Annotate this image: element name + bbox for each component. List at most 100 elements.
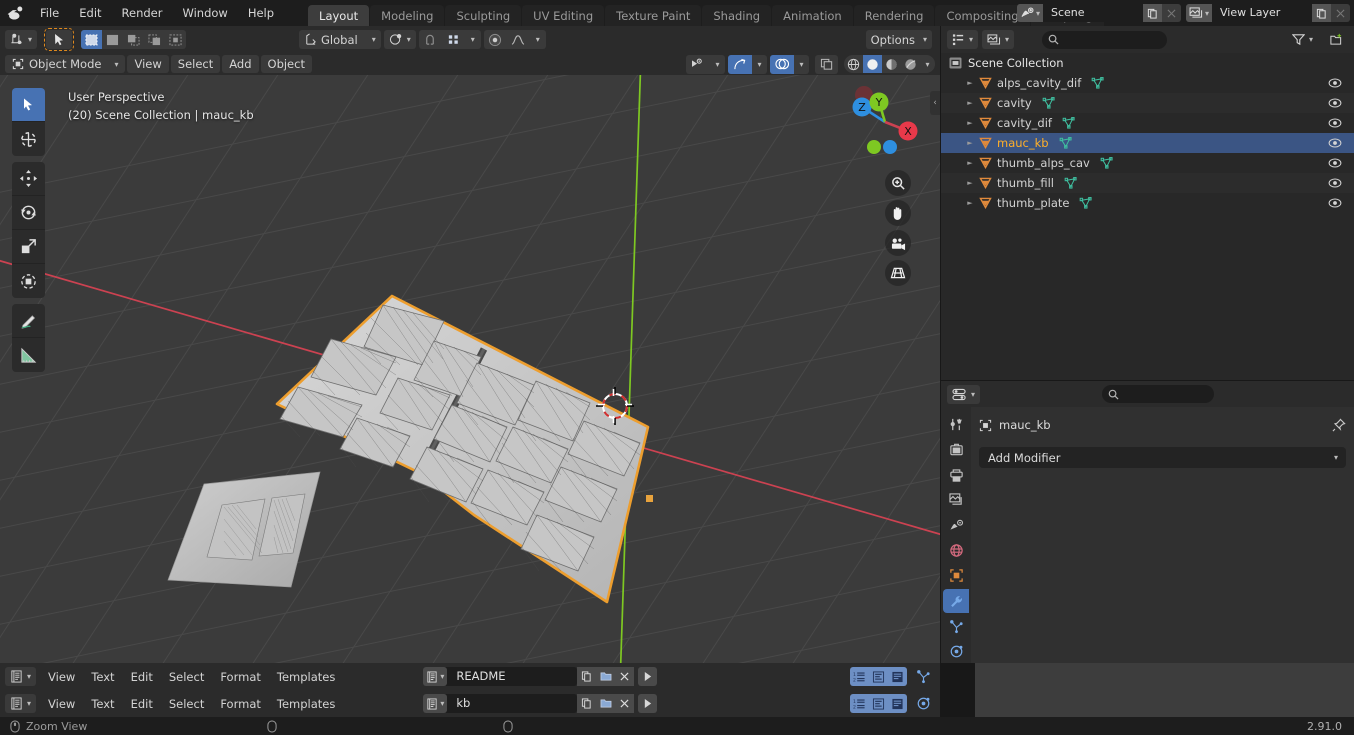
- outliner-row-thumb_alps_cav[interactable]: ► thumb_alps_cav: [941, 153, 1354, 173]
- overlays-icon[interactable]: [770, 54, 794, 74]
- tool-measure[interactable]: [12, 338, 45, 372]
- scene-name-field[interactable]: Scene: [1043, 4, 1143, 22]
- visibility-eye-icon[interactable]: [1328, 138, 1342, 148]
- text-editor-1-menu-select[interactable]: Select: [161, 668, 212, 686]
- shading-mode-segment[interactable]: ▾: [844, 55, 935, 73]
- top-menu-edit[interactable]: Edit: [69, 0, 111, 26]
- view-layer-tab[interactable]: [943, 489, 969, 512]
- snap-target-icon[interactable]: [442, 30, 465, 49]
- output-tab[interactable]: [943, 463, 969, 486]
- viewport-menu-add[interactable]: Add: [222, 55, 259, 73]
- select-invert-icon[interactable]: [144, 30, 165, 49]
- syntax-highlight-toggle-1[interactable]: [888, 667, 907, 686]
- visibility-eye-icon[interactable]: [1328, 98, 1342, 108]
- pan-view-button[interactable]: [885, 200, 911, 226]
- select-set-icon[interactable]: [81, 30, 103, 49]
- text-editor-type-button-2[interactable]: ▾: [5, 694, 37, 713]
- disclosure-triangle-icon[interactable]: ►: [963, 139, 977, 147]
- select-subtract-icon[interactable]: [123, 30, 144, 49]
- workspace-tab-animation[interactable]: Animation: [772, 5, 853, 26]
- outliner-row-mauc_kb[interactable]: ► mauc_kb: [941, 133, 1354, 153]
- line-numbers-toggle-1[interactable]: 12: [850, 667, 869, 686]
- gizmo-icon[interactable]: [728, 54, 752, 74]
- top-menu-file[interactable]: File: [30, 0, 69, 26]
- render-tab[interactable]: [943, 438, 969, 461]
- text-editor-1-menu-format[interactable]: Format: [212, 668, 269, 686]
- line-numbers-toggle-2[interactable]: 12: [850, 694, 869, 713]
- workspace-tab-layout[interactable]: Layout: [308, 5, 370, 26]
- select-mode-segment[interactable]: [81, 30, 187, 49]
- particles-tab[interactable]: [943, 615, 969, 638]
- falloff-dropdown-caret[interactable]: ▾: [530, 30, 546, 49]
- mesh-data-icon[interactable]: [1042, 97, 1056, 109]
- overlay-caret[interactable]: ▾: [794, 55, 809, 74]
- physics-tab[interactable]: [943, 640, 969, 663]
- select-intersect-icon[interactable]: [165, 30, 186, 49]
- shading-rendered-icon[interactable]: [901, 55, 920, 73]
- text-editor-2-menu-text[interactable]: Text: [83, 695, 122, 713]
- shading-wireframe-icon[interactable]: [844, 55, 863, 73]
- text-editor-1-menu-text[interactable]: Text: [83, 668, 122, 686]
- xray-toggle[interactable]: [815, 54, 838, 74]
- text-editor-type-button-1[interactable]: ▾: [5, 667, 37, 686]
- text-editor-1-menu-edit[interactable]: Edit: [123, 668, 161, 686]
- pin-icon[interactable]: [1332, 418, 1346, 432]
- disclosure-triangle-icon[interactable]: ►: [963, 159, 977, 167]
- run-script-button-1[interactable]: [638, 667, 658, 686]
- text-name-1[interactable]: README: [449, 667, 577, 686]
- scene-tab[interactable]: [943, 514, 969, 537]
- visibility-eye-icon[interactable]: [1328, 178, 1342, 188]
- object-visibility-icon[interactable]: [686, 55, 710, 74]
- outliner-filter-button[interactable]: ▾: [1287, 30, 1318, 49]
- disclosure-triangle-icon[interactable]: ►: [963, 99, 977, 107]
- tool-move[interactable]: [12, 162, 45, 196]
- tool-cursor[interactable]: [12, 122, 45, 156]
- word-wrap-toggle-2[interactable]: [869, 694, 888, 713]
- open-text-button-1[interactable]: [596, 667, 616, 686]
- top-menu-render[interactable]: Render: [112, 0, 173, 26]
- unlink-text-button-1[interactable]: [615, 667, 635, 686]
- falloff-curve-icon[interactable]: [507, 30, 530, 49]
- outliner-scene-collection-row[interactable]: Scene Collection: [941, 53, 1354, 73]
- tool-transform[interactable]: [12, 264, 45, 298]
- scene-datablock[interactable]: ▾ Scene: [1017, 4, 1181, 22]
- select-extend-icon[interactable]: [102, 30, 123, 49]
- proportional-editing-controls[interactable]: ▾: [483, 30, 546, 49]
- outliner-row-alps_cavity_dif[interactable]: ► alps_cavity_dif: [941, 73, 1354, 93]
- gizmo-controls[interactable]: ▾: [728, 54, 767, 74]
- outliner-editor-type-button[interactable]: ▾: [947, 30, 979, 49]
- disclosure-triangle-icon[interactable]: ►: [963, 79, 977, 87]
- disclosure-triangle-icon[interactable]: ►: [963, 199, 977, 207]
- mesh-data-icon[interactable]: [1064, 177, 1078, 189]
- text-toggles-1[interactable]: 12: [850, 667, 907, 686]
- new-viewlayer-button[interactable]: [1312, 4, 1331, 22]
- viewport-menu-view[interactable]: View: [127, 55, 169, 73]
- shading-caret[interactable]: ▾: [920, 55, 935, 73]
- snap-controls[interactable]: ▾: [418, 30, 481, 49]
- viewlayer-name-field[interactable]: View Layer: [1212, 4, 1312, 22]
- transform-orientation-dropdown[interactable]: Global ▾: [299, 30, 381, 49]
- viewlayer-datablock[interactable]: ▾ View Layer: [1186, 4, 1350, 22]
- outliner-row-thumb_fill[interactable]: ► thumb_fill: [941, 173, 1354, 193]
- properties-search-input[interactable]: [1102, 385, 1215, 403]
- viewport-menu-select[interactable]: Select: [170, 55, 221, 73]
- disclosure-triangle-icon[interactable]: ►: [963, 119, 977, 127]
- text-editor-1-menu-view[interactable]: View: [40, 668, 83, 686]
- blender-logo-icon[interactable]: [0, 0, 30, 26]
- navigation-gizmo[interactable]: Z Y X: [848, 85, 922, 159]
- top-menu-help[interactable]: Help: [238, 0, 284, 26]
- text-editor-1-menu-templates[interactable]: Templates: [269, 668, 343, 686]
- word-wrap-toggle-1[interactable]: [869, 667, 888, 686]
- text-toggles-2[interactable]: 12: [850, 694, 907, 713]
- tweak-tool-button[interactable]: [44, 28, 75, 51]
- particles-icon-1[interactable]: [911, 667, 935, 686]
- visibility-eye-icon[interactable]: [1328, 78, 1342, 88]
- overlay-controls[interactable]: ▾: [770, 54, 809, 74]
- sidebar-collapse-arrow[interactable]: ‹: [930, 91, 940, 115]
- new-text-button-2[interactable]: [577, 694, 597, 713]
- text-editor-2-menu-view[interactable]: View: [40, 695, 83, 713]
- workspace-tab-sculpting[interactable]: Sculpting: [445, 5, 522, 26]
- unlink-text-button-2[interactable]: [615, 694, 635, 713]
- outliner-display-mode-button[interactable]: ▾: [982, 30, 1015, 49]
- snap-magnet-icon[interactable]: [419, 30, 442, 49]
